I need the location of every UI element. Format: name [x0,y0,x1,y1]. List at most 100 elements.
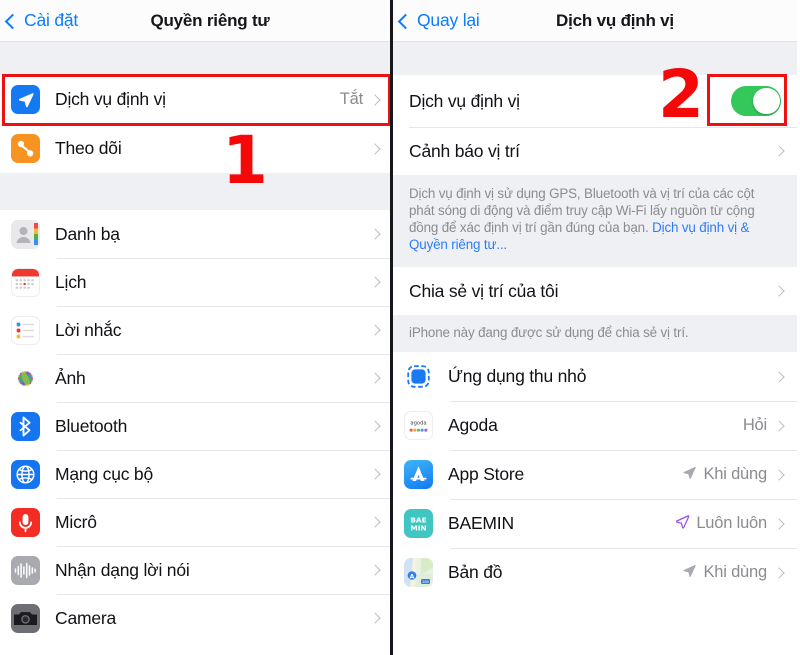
row-trailing [369,142,390,155]
row-label: BAEMIN [448,513,514,533]
row-photos[interactable]: Ảnh [0,354,390,402]
row-trailing [731,86,797,116]
row-maps[interactable]: A 280 Bản đồ Khi dùng [393,548,797,597]
share-location-description: iPhone này đang được sử dụng để chia sẻ … [393,315,797,352]
row-trailing: Luôn luôn [675,514,797,534]
chevron-right-icon [773,145,785,157]
right-navigation-bar: Quay lại Dịch vụ định vị [393,0,797,42]
row-label: Micrô [55,511,97,532]
left-group-app-permissions: Danh bạ Lịch Lời nhắc Ảnh Bluetooth Mạng… [0,210,390,642]
contacts-icon [11,219,40,249]
row-trailing [767,370,797,383]
row-reminders[interactable]: Lời nhắc [0,306,390,354]
local-network-icon [11,459,40,489]
microphone-icon [11,507,40,537]
row-label: Camera [55,607,117,628]
row-baemin[interactable]: BAE MIN BAEMIN Luôn luôn [393,499,797,548]
chevron-right-icon [369,276,381,288]
row-trailing [369,324,390,336]
row-location-services[interactable]: Dịch vụ định vị Tắt [0,75,390,124]
chevron-right-icon [773,285,785,297]
chevron-left-icon [397,13,414,29]
location-arrow-gray-icon [682,563,697,583]
right-group-location-toggle: Dịch vụ định vị Cảnh báo vị trí [393,75,797,175]
row-label: Ảnh [55,367,86,388]
row-agoda[interactable]: agoda Agoda Hỏi [393,401,797,450]
row-trailing: Hỏi [743,416,797,435]
row-trailing: Khi dùng [682,563,797,583]
left-screen-privacy-settings: Cài đặt Quyền riêng tư Dịch vụ định vị T… [0,0,393,655]
row-trailing: Khi dùng [682,465,797,485]
row-location-services-toggle[interactable]: Dịch vụ định vị [393,75,797,127]
section-gap-top [0,42,390,75]
row-label: Dịch vụ định vị [55,89,166,109]
right-screen-location-services: Quay lại Dịch vụ định vị Dịch vụ định vị… [393,0,797,655]
chevron-right-icon [369,372,381,384]
back-button-label: Cài đặt [24,10,79,30]
chevron-right-icon [369,324,381,336]
location-arrow-gray-icon [682,465,697,485]
chevron-right-icon [773,419,785,432]
maps-icon: A 280 [404,558,433,587]
row-app-clips[interactable]: Ứng dụng thu nhỏ [393,352,797,401]
row-trailing [369,276,390,288]
row-label: Nhận dạng lời nói [55,559,190,580]
app-clips-icon [404,362,433,391]
chevron-right-icon [369,420,381,432]
location-services-toggle[interactable] [731,86,781,116]
camera-icon [11,603,40,633]
chevron-right-icon [369,564,381,576]
row-microphone[interactable]: Micrô [0,498,390,546]
row-label: Lịch [55,271,87,292]
svg-text:280: 280 [422,580,430,584]
back-button-label: Quay lại [417,10,480,30]
left-group-privacy-primary: Dịch vụ định vị Tắt Theo dõi [0,75,390,173]
section-gap-middle [0,173,390,210]
row-label: Dịch vụ định vị [409,90,520,111]
row-value: Khi dùng [703,465,767,483]
row-label: App Store [448,464,525,484]
location-services-icon [11,85,40,114]
row-location-alerts[interactable]: Cảnh báo vị trí [393,127,797,175]
row-label: Danh bạ [55,223,120,244]
row-label: Mạng cục bộ [55,463,153,484]
row-value: Luôn luôn [696,514,767,532]
chevron-right-icon [773,370,785,383]
row-trailing [369,612,390,624]
speech-recognition-icon [11,555,40,585]
chevron-right-icon [369,516,381,528]
back-button-settings[interactable]: Cài đặt [0,10,78,31]
row-trailing: Tắt [340,90,390,109]
location-arrow-purple-icon [675,514,690,534]
back-button-quay-lai[interactable]: Quay lại [393,10,480,31]
svg-text:A: A [410,572,415,580]
step-number-1: 1 [222,122,268,199]
row-label: Theo dõi [55,138,122,158]
two-panel-screenshot: Cài đặt Quyền riêng tư Dịch vụ định vị T… [0,0,800,655]
calendar-icon [11,267,40,297]
section-gap-top [393,42,797,75]
row-contacts[interactable]: Danh bạ [0,210,390,258]
location-services-description: Dịch vụ định vị sử dụng GPS, Bluetooth v… [393,175,797,267]
row-bluetooth[interactable]: Bluetooth [0,402,390,450]
row-label: Chia sẻ vị trí của tôi [409,280,559,301]
bluetooth-icon [11,411,40,441]
row-camera[interactable]: Camera [0,594,390,642]
row-value: Tắt [339,90,363,108]
row-label: Bản đồ [448,562,503,582]
row-trailing [773,145,797,157]
row-calendar[interactable]: Lịch [0,258,390,306]
svg-text:MIN: MIN [410,523,426,532]
chevron-right-icon [369,612,381,624]
row-speech-recognition[interactable]: Nhận dạng lời nói [0,546,390,594]
row-trailing [369,372,390,384]
row-app-store[interactable]: App Store Khi dùng [393,450,797,499]
row-tracking[interactable]: Theo dõi [0,124,390,173]
row-local-network[interactable]: Mạng cục bộ [0,450,390,498]
row-label: Cảnh báo vị trí [409,140,520,161]
step-number-2: 2 [658,56,704,133]
row-share-my-location[interactable]: Chia sẻ vị trí của tôi [393,267,797,315]
row-trailing [773,285,797,297]
left-navigation-bar: Cài đặt Quyền riêng tư [0,0,390,42]
row-label: Agoda [448,415,498,435]
